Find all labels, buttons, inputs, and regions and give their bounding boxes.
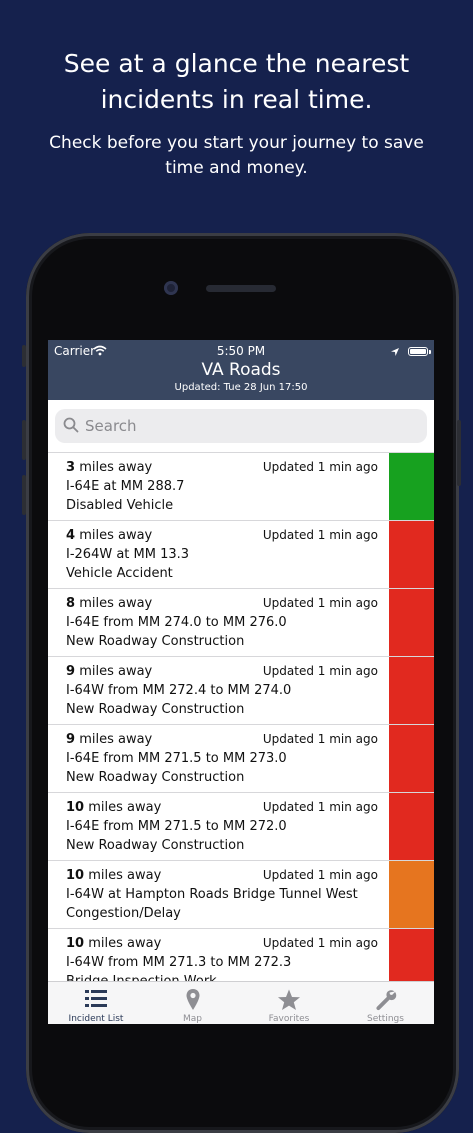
list-icon (48, 988, 144, 1012)
severity-indicator (389, 861, 434, 928)
incident-miles: 10 (66, 868, 85, 883)
incident-location: I-64W from MM 271.3 to MM 272.3 (66, 955, 292, 970)
incident-miles-suffix: miles away (79, 528, 153, 543)
incident-list: 3 miles away Updated 1 min ago I-64E at MM… (48, 452, 434, 997)
incident-type: Vehicle Accident (66, 566, 173, 581)
incident-distance: 10 miles away (66, 936, 161, 951)
incident-miles: 4 (66, 528, 76, 543)
incident-row[interactable]: 3 miles away Updated 1 min ago I-64E at MM… (48, 452, 434, 521)
last-updated-label: Updated: Tue 28 Jun 17:50 (174, 382, 308, 393)
incident-updated: Updated 1 min ago (262, 528, 378, 542)
incident-row[interactable]: 9 miles away Updated 1 min ago I-64E from … (48, 725, 434, 793)
promo-subline-line1: Check before you start your journey to s… (49, 133, 424, 153)
search-input[interactable] (85, 409, 415, 443)
incident-updated: Updated 1 min ago (262, 460, 378, 474)
star-icon (241, 988, 337, 1012)
incident-updated: Updated 1 min ago (262, 800, 378, 814)
incident-miles: 10 (66, 936, 85, 951)
search-bar[interactable] (55, 409, 427, 443)
promo-headline-line1: See at a glance the nearest (63, 49, 410, 78)
incident-location: I-64W from MM 272.4 to MM 274.0 (66, 683, 292, 698)
incident-miles-suffix: miles away (79, 596, 153, 611)
incident-distance: 8 miles away (66, 596, 152, 611)
incident-updated: Updated 1 min ago (262, 868, 378, 882)
incident-miles: 8 (66, 596, 76, 611)
severity-indicator (389, 453, 434, 520)
tab-bar: Incident List Map Favorites Settings (48, 981, 434, 1024)
incident-type: Congestion/Delay (66, 906, 181, 921)
incident-row[interactable]: 9 miles away Updated 1 min ago I-64W from … (48, 657, 434, 725)
severity-indicator (389, 725, 434, 792)
incident-miles-suffix: miles away (79, 460, 153, 475)
incident-location: I-64E at MM 288.7 (66, 479, 185, 494)
incident-type: New Roadway Construction (66, 770, 245, 785)
tab-settings[interactable]: Settings (338, 982, 434, 1024)
incident-location: I-64E from MM 274.0 to MM 276.0 (66, 615, 287, 630)
status-bar: Carrier 5:50 PM (48, 343, 434, 361)
search-icon (63, 417, 79, 437)
incident-miles-suffix: miles away (88, 868, 162, 883)
incident-updated: Updated 1 min ago (262, 596, 378, 610)
incident-updated: Updated 1 min ago (262, 732, 378, 746)
phone-volume-up (22, 420, 26, 460)
severity-indicator (389, 793, 434, 860)
front-camera (164, 281, 178, 295)
incident-row[interactable]: 8 miles away Updated 1 min ago I-64E from … (48, 589, 434, 657)
severity-indicator (389, 657, 434, 724)
tab-map[interactable]: Map (145, 982, 241, 1024)
wrench-icon (338, 988, 434, 1012)
battery-icon (408, 347, 431, 356)
navigation-bar: Carrier 5:50 PM VA Roads Updated: Tue 28… (48, 340, 434, 400)
incident-distance: 9 miles away (66, 664, 152, 679)
app-screen: Carrier 5:50 PM VA Roads Updated: Tue 28… (48, 340, 434, 1024)
tab-label: Favorites (268, 1014, 310, 1024)
incident-row[interactable]: 4 miles away Updated 1 min ago I-264W at M… (48, 521, 434, 589)
promo-headline: See at a glance the nearest incidents in… (0, 46, 473, 118)
incident-distance: 9 miles away (66, 732, 152, 747)
incident-miles: 10 (66, 800, 85, 815)
incident-miles-suffix: miles away (88, 936, 162, 951)
promo-subline: Check before you start your journey to s… (0, 131, 473, 181)
promo-subline-line2: time and money. (165, 158, 308, 178)
incident-type: New Roadway Construction (66, 634, 245, 649)
incident-updated: Updated 1 min ago (262, 936, 378, 950)
status-time: 5:50 PM (216, 344, 266, 358)
severity-indicator (389, 521, 434, 588)
phone-mute-switch (22, 345, 26, 367)
incident-miles: 9 (66, 732, 76, 747)
incident-miles-suffix: miles away (79, 732, 153, 747)
earpiece-speaker (206, 285, 276, 292)
tab-incident-list[interactable]: Incident List (48, 982, 144, 1024)
incident-miles-suffix: miles away (79, 664, 153, 679)
phone-volume-down (22, 475, 26, 515)
incident-location: I-264W at MM 13.3 (66, 547, 190, 562)
incident-location: I-64E from MM 271.5 to MM 272.0 (66, 819, 287, 834)
tab-label: Incident List (68, 1014, 124, 1024)
promo-headline-line2: incidents in real time. (100, 85, 373, 114)
incident-type: New Roadway Construction (66, 838, 245, 853)
incident-type: New Roadway Construction (66, 702, 245, 717)
incident-location: I-64E from MM 271.5 to MM 273.0 (66, 751, 287, 766)
incident-distance: 10 miles away (66, 800, 161, 815)
map-pin-icon (145, 988, 241, 1012)
tab-label: Map (183, 1014, 202, 1024)
tab-favorites[interactable]: Favorites (241, 982, 337, 1024)
incident-miles-suffix: miles away (88, 800, 162, 815)
incident-miles: 9 (66, 664, 76, 679)
phone-power-button (457, 420, 461, 486)
tab-label: Settings (367, 1014, 404, 1024)
incident-distance: 3 miles away (66, 460, 152, 475)
location-arrow-icon (390, 346, 400, 360)
app-title: VA Roads (201, 360, 281, 380)
incident-distance: 4 miles away (66, 528, 152, 543)
incident-distance: 10 miles away (66, 868, 161, 883)
incident-row[interactable]: 10 miles away Updated 1 min ago I-64W at H… (48, 861, 434, 929)
incident-row[interactable]: 10 miles away Updated 1 min ago I-64E from… (48, 793, 434, 861)
incident-type: Disabled Vehicle (66, 498, 174, 513)
incident-location: I-64W at Hampton Roads Bridge Tunnel Wes… (66, 887, 358, 902)
incident-miles: 3 (66, 460, 76, 475)
severity-indicator (389, 589, 434, 656)
incident-updated: Updated 1 min ago (262, 664, 378, 678)
